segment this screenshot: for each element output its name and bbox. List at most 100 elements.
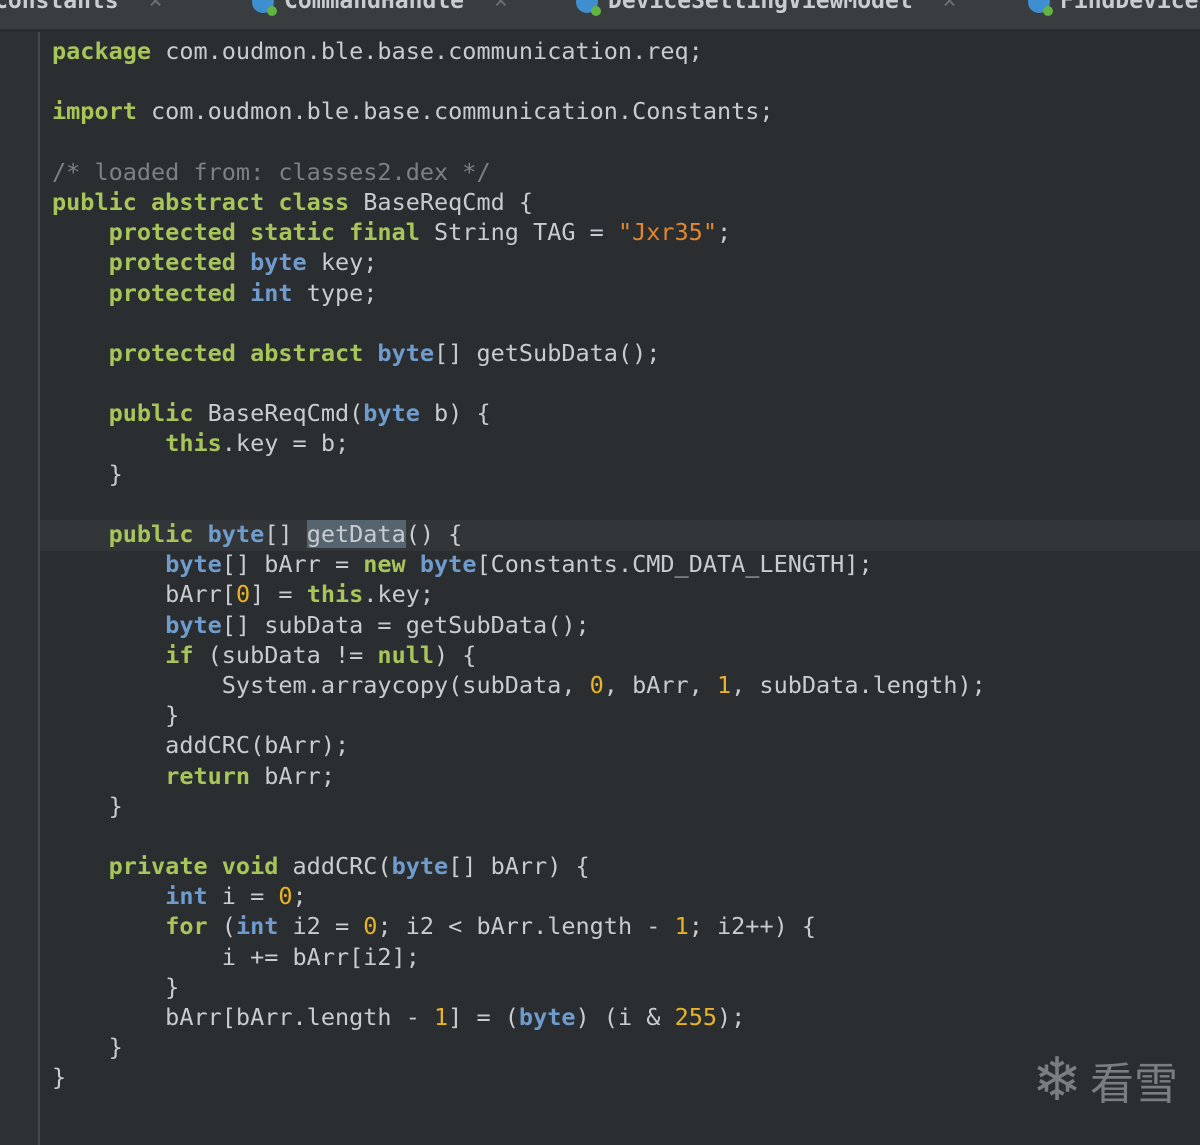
code-token: byte (419, 550, 477, 579)
code-token: com.oudmon.ble.base.communication.req; (151, 37, 703, 65)
code-token: 0 (278, 882, 293, 911)
code-token: ; (716, 218, 732, 247)
code-line[interactable] (52, 127, 986, 157)
code-token: import (52, 97, 137, 126)
code-token: 0 (235, 580, 251, 609)
code-token: int (250, 278, 293, 307)
code-token: (subData != (193, 640, 378, 669)
code-token: if (165, 640, 194, 669)
code-token: byte (250, 248, 307, 277)
code-line[interactable]: } (52, 972, 986, 1002)
code-line[interactable]: private void addCRC(byte[] bArr) { (52, 851, 986, 881)
code-line[interactable] (52, 66, 986, 96)
code-token: byte (363, 399, 420, 428)
code-line[interactable]: /* loaded from: classes2.dex */ (52, 157, 986, 187)
code-line[interactable]: if (subData != null) { (52, 640, 986, 670)
code-line[interactable]: byte[] subData = getSubData(); (52, 610, 986, 640)
code-line[interactable]: bArr[bArr.length - 1] = (byte) (i & 255)… (52, 1002, 986, 1032)
code-token: bArr; (250, 761, 335, 790)
code-line[interactable]: public byte[] getData() { (52, 519, 986, 549)
code-token: private void (108, 852, 279, 881)
tab-label: Constants (0, 0, 119, 14)
code-token: 1 (434, 1003, 449, 1031)
code-token: [] getSubData(); (434, 338, 661, 367)
code-editor[interactable]: package com.oudmon.ble.base.communicatio… (0, 32, 1200, 1145)
code-line[interactable]: addCRC(bArr); (52, 730, 986, 760)
code-line[interactable]: } (52, 1032, 986, 1062)
code-token: this (165, 429, 222, 458)
code-token: for (165, 912, 208, 941)
code-line[interactable]: package com.oudmon.ble.base.communicatio… (52, 36, 986, 66)
code-token: int (235, 912, 279, 941)
code-line[interactable] (52, 308, 986, 338)
code-token: b) { (419, 399, 491, 428)
code-line[interactable]: public BaseReqCmd(byte b) { (52, 398, 986, 428)
code-line[interactable]: return bArr; (52, 761, 986, 791)
code-token: protected (108, 278, 236, 307)
code-line[interactable]: protected byte key; (52, 247, 986, 277)
code-token: 1 (674, 912, 689, 941)
code-token: byte (377, 338, 435, 367)
close-tab-icon[interactable]: × (494, 0, 508, 14)
tab-devicesettingviewmodel[interactable]: DeviceSettingViewModel × (576, 0, 957, 18)
code-line[interactable]: protected abstract byte[] getSubData(); (52, 338, 986, 368)
code-line[interactable] (52, 489, 986, 519)
code-token: com.oudmon.ble.base.communication.Consta… (136, 97, 774, 126)
code-line[interactable]: for (int i2 = 0; i2 < bArr.length - 1; i… (52, 911, 986, 941)
code-token: 0 (363, 912, 378, 941)
code-line[interactable]: } (52, 791, 986, 821)
close-tab-icon[interactable]: × (149, 0, 163, 14)
code-token: ] = (250, 580, 307, 609)
code-line[interactable]: } (52, 700, 986, 730)
code-line[interactable]: this.key = b; (52, 428, 986, 458)
code-line[interactable]: int i = 0; (52, 881, 986, 911)
watermark: ❄ 看雪 (1032, 1045, 1178, 1115)
code-token: [Constants.CMD_DATA_LENGTH]; (476, 550, 873, 579)
code-line[interactable]: } (52, 459, 986, 489)
code-token: addCRC(bArr); (52, 731, 350, 760)
code-line[interactable]: bArr[0] = this.key; (52, 579, 986, 609)
code-line[interactable] (52, 368, 986, 398)
editor-tab-bar: Constants × CommandHandle × DeviceSettingV… (0, 0, 1200, 29)
code-line[interactable]: public abstract class BaseReqCmd { (52, 187, 986, 217)
code-token: ) (i & (575, 1003, 675, 1031)
code-line[interactable] (52, 821, 986, 851)
class-icon (252, 0, 277, 16)
source-code[interactable]: package com.oudmon.ble.base.communicatio… (52, 36, 986, 1093)
code-line[interactable]: i += bArr[i2]; (52, 942, 986, 972)
code-token: null (377, 640, 435, 669)
tab-commandhandle[interactable]: CommandHandle × (252, 0, 508, 18)
code-token: i2 = (278, 912, 364, 941)
tab-constants[interactable]: Constants × (0, 0, 162, 18)
code-token: } (52, 1063, 67, 1092)
code-token: 0 (589, 670, 604, 699)
code-line[interactable]: byte[] bArr = new byte[Constants.CMD_DAT… (52, 549, 986, 579)
code-line[interactable]: System.arraycopy(subData, 0, bArr, 1, su… (52, 670, 986, 700)
code-line[interactable]: protected int type; (52, 278, 986, 308)
code-line[interactable]: protected static final String TAG = "Jxr… (52, 217, 986, 247)
code-token: } (52, 459, 123, 488)
code-token: [] bArr = (221, 550, 364, 579)
code-line[interactable]: import com.oudmon.ble.base.communication… (52, 96, 986, 126)
close-tab-icon[interactable]: × (943, 0, 957, 14)
code-token: key; (306, 248, 378, 277)
tab-label: DeviceSettingViewModel (608, 0, 913, 14)
code-token: } (52, 1033, 123, 1062)
code-token: , subData.length); (731, 670, 986, 699)
code-token: [] (264, 520, 307, 548)
code-token: .key = b; (221, 429, 350, 458)
editor-gutter[interactable] (0, 32, 40, 1145)
code-token: [] bArr) { (448, 852, 590, 881)
code-token: bArr[bArr.length - (52, 1003, 435, 1031)
tab-finddevice[interactable]: FindDevice (1028, 0, 1198, 18)
code-line[interactable]: } (52, 1062, 986, 1092)
